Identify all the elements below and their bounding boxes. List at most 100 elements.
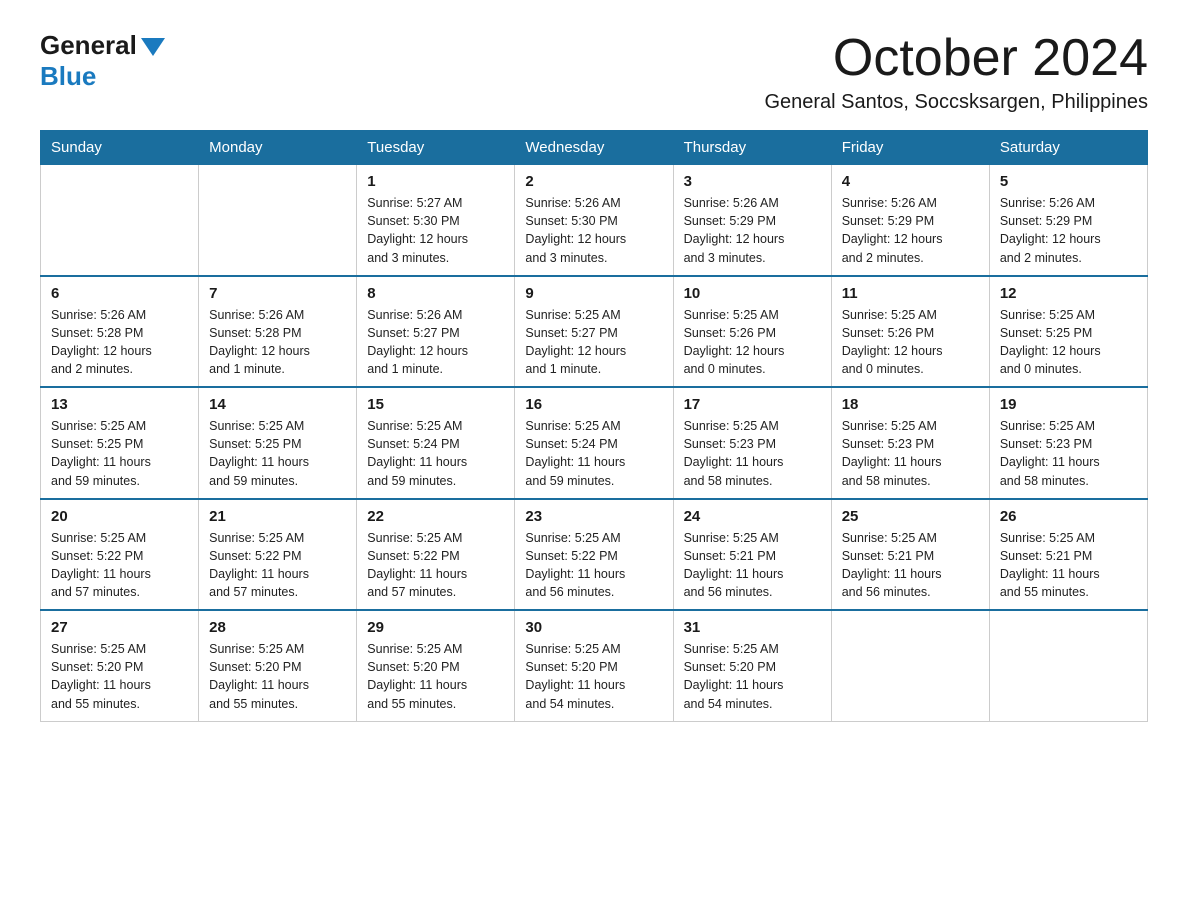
calendar-cell: 27 Sunrise: 5:25 AM Sunset: 5:20 PM Dayli… [41,610,199,721]
calendar-cell: 6Sunrise: 5:26 AM Sunset: 5:28 PM Daylig… [41,276,199,388]
day-info: Sunrise: 5:25 AM Sunset: 5:20 PM Dayligh… [51,640,188,713]
calendar-cell: 19 Sunrise: 5:25 AM Sunset: 5:23 PM Dayli… [989,387,1147,499]
day-number: 10 [684,285,821,302]
calendar-cell: 30 Sunrise: 5:25 AM Sunset: 5:20 PM Dayli… [515,610,673,721]
calendar-header-saturday: Saturday [989,131,1147,165]
day-info: Sunrise: 5:26 AM Sunset: 5:28 PM Dayligh… [51,306,188,379]
day-info: Sunrise: 5:25 AM Sunset: 5:23 PM Dayligh… [842,417,979,490]
calendar-cell: 7Sunrise: 5:26 AM Sunset: 5:28 PM Daylig… [199,276,357,388]
calendar-cell: 10 Sunrise: 5:25 AM Sunset: 5:26 PM Dayli… [673,276,831,388]
calendar-cell: 13 Sunrise: 5:25 AM Sunset: 5:25 PM Dayli… [41,387,199,499]
logo: General Blue [40,30,165,92]
day-number: 19 [1000,396,1137,413]
day-info: Sunrise: 5:27 AM Sunset: 5:30 PM Dayligh… [367,194,504,267]
day-number: 11 [842,285,979,302]
calendar-header-friday: Friday [831,131,989,165]
calendar-cell: 23 Sunrise: 5:25 AM Sunset: 5:22 PM Dayli… [515,499,673,611]
logo-text: General [40,30,165,61]
calendar-cell [831,610,989,721]
day-number: 28 [209,619,346,636]
day-info: Sunrise: 5:26 AM Sunset: 5:30 PM Dayligh… [525,194,662,267]
calendar-week-row: 13 Sunrise: 5:25 AM Sunset: 5:25 PM Dayli… [41,387,1148,499]
calendar-cell [989,610,1147,721]
day-info: Sunrise: 5:25 AM Sunset: 5:20 PM Dayligh… [525,640,662,713]
day-number: 2 [525,173,662,190]
calendar-cell: 31 Sunrise: 5:25 AM Sunset: 5:20 PM Dayli… [673,610,831,721]
logo-general-text: General [40,30,137,61]
day-info: Sunrise: 5:26 AM Sunset: 5:28 PM Dayligh… [209,306,346,379]
day-number: 3 [684,173,821,190]
calendar-cell [199,165,357,276]
day-info: Sunrise: 5:25 AM Sunset: 5:20 PM Dayligh… [367,640,504,713]
calendar-cell: 12Sunrise: 5:25 AM Sunset: 5:25 PM Dayli… [989,276,1147,388]
calendar-header-thursday: Thursday [673,131,831,165]
day-number: 26 [1000,508,1137,525]
calendar-cell: 22 Sunrise: 5:25 AM Sunset: 5:22 PM Dayli… [357,499,515,611]
day-info: Sunrise: 5:25 AM Sunset: 5:25 PM Dayligh… [209,417,346,490]
day-info: Sunrise: 5:25 AM Sunset: 5:21 PM Dayligh… [842,529,979,602]
day-info: Sunrise: 5:25 AM Sunset: 5:20 PM Dayligh… [209,640,346,713]
day-info: Sunrise: 5:25 AM Sunset: 5:26 PM Dayligh… [842,306,979,379]
calendar-cell: 11 Sunrise: 5:25 AM Sunset: 5:26 PM Dayli… [831,276,989,388]
day-number: 24 [684,508,821,525]
day-number: 27 [51,619,188,636]
day-info: Sunrise: 5:25 AM Sunset: 5:22 PM Dayligh… [51,529,188,602]
day-info: Sunrise: 5:25 AM Sunset: 5:22 PM Dayligh… [367,529,504,602]
day-number: 30 [525,619,662,636]
title-block: October 2024 General Santos, Soccsksarge… [764,30,1148,114]
page-title: October 2024 [764,30,1148,87]
day-info: Sunrise: 5:25 AM Sunset: 5:25 PM Dayligh… [51,417,188,490]
calendar-cell: 1Sunrise: 5:27 AM Sunset: 5:30 PM Daylig… [357,165,515,276]
calendar-cell: 16Sunrise: 5:25 AM Sunset: 5:24 PM Dayli… [515,387,673,499]
day-number: 9 [525,285,662,302]
calendar-week-row: 6Sunrise: 5:26 AM Sunset: 5:28 PM Daylig… [41,276,1148,388]
day-number: 15 [367,396,504,413]
day-number: 8 [367,285,504,302]
calendar-header-row: SundayMondayTuesdayWednesdayThursdayFrid… [41,131,1148,165]
calendar-cell [41,165,199,276]
calendar-week-row: 27 Sunrise: 5:25 AM Sunset: 5:20 PM Dayli… [41,610,1148,721]
logo-triangle-icon [141,38,165,56]
day-number: 25 [842,508,979,525]
day-info: Sunrise: 5:25 AM Sunset: 5:20 PM Dayligh… [684,640,821,713]
day-info: Sunrise: 5:25 AM Sunset: 5:27 PM Dayligh… [525,306,662,379]
calendar-cell: 25 Sunrise: 5:25 AM Sunset: 5:21 PM Dayli… [831,499,989,611]
calendar-cell: 21Sunrise: 5:25 AM Sunset: 5:22 PM Dayli… [199,499,357,611]
calendar-cell: 5Sunrise: 5:26 AM Sunset: 5:29 PM Daylig… [989,165,1147,276]
day-info: Sunrise: 5:25 AM Sunset: 5:22 PM Dayligh… [525,529,662,602]
day-number: 18 [842,396,979,413]
page-subtitle: General Santos, Soccsksargen, Philippine… [764,91,1148,114]
day-number: 20 [51,508,188,525]
day-number: 4 [842,173,979,190]
day-info: Sunrise: 5:25 AM Sunset: 5:24 PM Dayligh… [525,417,662,490]
day-info: Sunrise: 5:25 AM Sunset: 5:24 PM Dayligh… [367,417,504,490]
day-number: 13 [51,396,188,413]
calendar-week-row: 1Sunrise: 5:27 AM Sunset: 5:30 PM Daylig… [41,165,1148,276]
day-info: Sunrise: 5:26 AM Sunset: 5:29 PM Dayligh… [684,194,821,267]
day-number: 14 [209,396,346,413]
day-info: Sunrise: 5:26 AM Sunset: 5:27 PM Dayligh… [367,306,504,379]
calendar-cell: 26 Sunrise: 5:25 AM Sunset: 5:21 PM Dayli… [989,499,1147,611]
calendar-cell: 2 Sunrise: 5:26 AM Sunset: 5:30 PM Daylig… [515,165,673,276]
day-number: 17 [684,396,821,413]
calendar-header-tuesday: Tuesday [357,131,515,165]
day-number: 29 [367,619,504,636]
calendar-cell: 20 Sunrise: 5:25 AM Sunset: 5:22 PM Dayli… [41,499,199,611]
calendar-table: SundayMondayTuesdayWednesdayThursdayFrid… [40,130,1148,722]
day-number: 31 [684,619,821,636]
calendar-header-monday: Monday [199,131,357,165]
day-info: Sunrise: 5:25 AM Sunset: 5:21 PM Dayligh… [1000,529,1137,602]
day-number: 23 [525,508,662,525]
day-number: 22 [367,508,504,525]
calendar-cell: 3 Sunrise: 5:26 AM Sunset: 5:29 PM Daylig… [673,165,831,276]
logo-blue-text: Blue [40,61,96,92]
day-info: Sunrise: 5:25 AM Sunset: 5:23 PM Dayligh… [1000,417,1137,490]
calendar-week-row: 20 Sunrise: 5:25 AM Sunset: 5:22 PM Dayli… [41,499,1148,611]
calendar-cell: 29 Sunrise: 5:25 AM Sunset: 5:20 PM Dayli… [357,610,515,721]
calendar-cell: 15 Sunrise: 5:25 AM Sunset: 5:24 PM Dayli… [357,387,515,499]
day-info: Sunrise: 5:25 AM Sunset: 5:26 PM Dayligh… [684,306,821,379]
calendar-cell: 18 Sunrise: 5:25 AM Sunset: 5:23 PM Dayli… [831,387,989,499]
calendar-cell: 4Sunrise: 5:26 AM Sunset: 5:29 PM Daylig… [831,165,989,276]
page-header: General Blue October 2024 General Santos… [40,30,1148,114]
day-number: 21 [209,508,346,525]
